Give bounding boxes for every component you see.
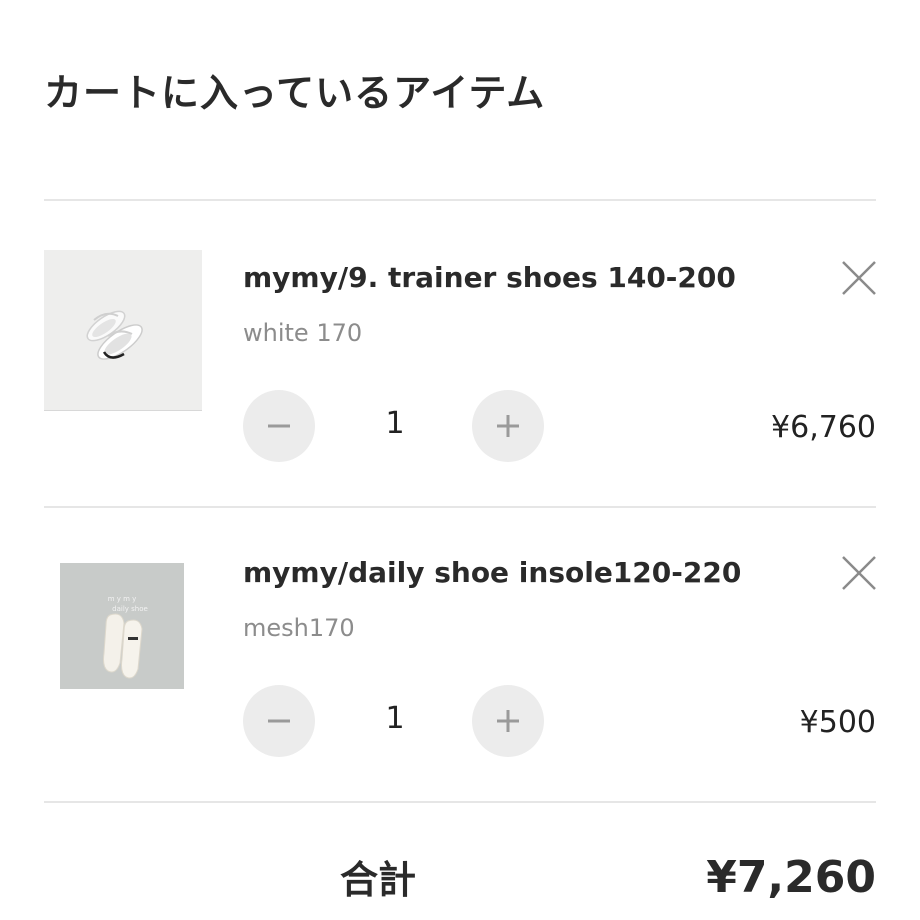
- product-name[interactable]: mymy/daily shoe insole120-220: [243, 553, 741, 593]
- quantity-value: 1: [385, 406, 405, 441]
- minus-icon: [268, 424, 290, 428]
- total-label: 合計: [340, 858, 417, 902]
- total-value: ¥7,260: [706, 852, 876, 903]
- plus-icon: [497, 415, 519, 437]
- white-shoes-image: [44, 250, 202, 410]
- svg-text:daily shoe: daily shoe: [112, 605, 148, 613]
- quantity-value: 1: [385, 701, 405, 736]
- remove-item-button[interactable]: [840, 554, 878, 592]
- close-icon: [842, 261, 876, 295]
- product-variant: white 170: [243, 319, 363, 347]
- cart-item: mymy/9. trainer shoes 140-200 white 170 …: [0, 200, 920, 500]
- product-thumbnail[interactable]: m y m y daily shoe: [60, 563, 184, 689]
- close-icon: [842, 556, 876, 590]
- divider-bottom: [44, 801, 876, 803]
- page-title: カートに入っているアイテム: [44, 71, 546, 115]
- svg-text:m y m y: m y m y: [108, 595, 137, 603]
- minus-icon: [268, 719, 290, 723]
- cart-item: m y m y daily shoe mymy/daily shoe insol…: [0, 507, 920, 807]
- decrease-quantity-button[interactable]: [243, 685, 315, 757]
- item-price: ¥6,760: [771, 410, 876, 445]
- item-price: ¥500: [799, 705, 876, 740]
- remove-item-button[interactable]: [840, 259, 878, 297]
- plus-icon: [497, 710, 519, 732]
- decrease-quantity-button[interactable]: [243, 390, 315, 462]
- product-name[interactable]: mymy/9. trainer shoes 140-200: [243, 258, 736, 298]
- product-thumbnail[interactable]: [44, 250, 202, 411]
- insole-image: m y m y daily shoe: [60, 563, 184, 689]
- product-variant: mesh170: [243, 614, 355, 642]
- increase-quantity-button[interactable]: [472, 685, 544, 757]
- increase-quantity-button[interactable]: [472, 390, 544, 462]
